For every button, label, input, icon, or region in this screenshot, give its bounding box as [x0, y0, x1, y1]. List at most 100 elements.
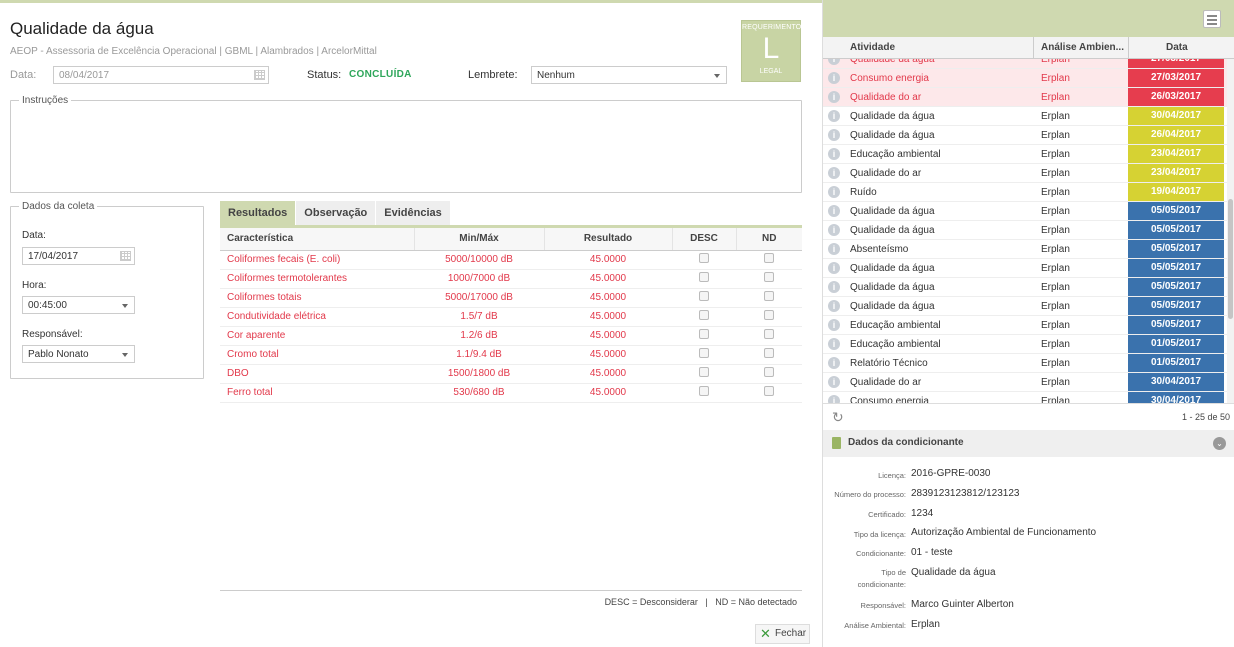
- refresh-icon[interactable]: ↻: [832, 409, 844, 426]
- nd-checkbox[interactable]: [764, 367, 774, 377]
- nd-checkbox[interactable]: [764, 272, 774, 282]
- desc-cell: [672, 250, 736, 270]
- grid-row[interactable]: i Qualidade da água Erplan 30/04/2017: [823, 107, 1227, 126]
- desc-checkbox[interactable]: [699, 310, 709, 320]
- desc-checkbox[interactable]: [699, 386, 709, 396]
- close-button[interactable]: ✕ Fechar: [755, 624, 810, 644]
- col-desc[interactable]: DESC: [672, 228, 737, 251]
- analysis-cell: Erplan: [1041, 396, 1070, 403]
- nd-checkbox[interactable]: [764, 329, 774, 339]
- grid-row[interactable]: i Qualidade da água Erplan 05/05/2017: [823, 278, 1227, 297]
- calendar-icon[interactable]: [120, 251, 131, 261]
- tab-results[interactable]: Resultados: [220, 201, 296, 225]
- info-icon[interactable]: i: [828, 357, 840, 369]
- nd-checkbox[interactable]: [764, 348, 774, 358]
- info-icon[interactable]: i: [828, 167, 840, 179]
- nd-checkbox[interactable]: [764, 291, 774, 301]
- characteristic-cell: Coliformes fecais (E. coli): [220, 250, 414, 270]
- col-result[interactable]: Resultado: [544, 228, 673, 251]
- grid-row[interactable]: i Qualidade da água Erplan 26/04/2017: [823, 126, 1227, 145]
- result-cell[interactable]: 45.0000: [544, 250, 672, 270]
- result-cell[interactable]: 45.0000: [544, 364, 672, 384]
- analysis-cell: Erplan: [1041, 149, 1070, 160]
- info-icon[interactable]: i: [828, 338, 840, 350]
- collection-time-select[interactable]: 00:45:00: [22, 296, 135, 314]
- desc-checkbox[interactable]: [699, 272, 709, 282]
- field-key: Licença:: [878, 471, 906, 480]
- grid-row[interactable]: i Qualidade do ar Erplan 26/03/2017: [823, 88, 1227, 107]
- conditionant-header[interactable]: Dados da condicionante ⌄: [823, 430, 1234, 457]
- nd-checkbox[interactable]: [764, 386, 774, 396]
- col-nd[interactable]: ND: [736, 228, 802, 251]
- grid-row[interactable]: i Consumo energia Erplan 30/04/2017: [823, 392, 1227, 403]
- breadcrumb: AEOP - Assessoria de Excelência Operacio…: [10, 46, 377, 57]
- info-icon[interactable]: i: [828, 262, 840, 274]
- info-icon[interactable]: i: [828, 300, 840, 312]
- date-field[interactable]: 08/04/2017: [53, 66, 269, 84]
- result-cell[interactable]: 45.0000: [544, 326, 672, 346]
- tab-observation[interactable]: Observação: [296, 201, 376, 225]
- info-icon[interactable]: i: [828, 129, 840, 141]
- analysis-cell: Erplan: [1041, 206, 1070, 217]
- grid-row[interactable]: i Qualidade da água Erplan 27/03/2017: [823, 59, 1227, 69]
- characteristic-cell: Condutividade elétrica: [220, 307, 414, 327]
- grid-row[interactable]: i Qualidade da água Erplan 05/05/2017: [823, 259, 1227, 278]
- responsible-select[interactable]: Pablo Nonato: [22, 345, 135, 363]
- grid-scrollbar[interactable]: [1227, 59, 1234, 403]
- info-icon[interactable]: i: [828, 319, 840, 331]
- reminder-select[interactable]: Nenhum: [531, 66, 727, 84]
- col-characteristic[interactable]: Característica: [220, 228, 415, 251]
- table-row: Cor aparente 1.2/6 dB 45.0000: [220, 326, 802, 346]
- result-cell[interactable]: 45.0000: [544, 345, 672, 365]
- scrollbar-thumb[interactable]: [1228, 199, 1233, 319]
- activity-cell: Educação ambiental: [850, 149, 941, 160]
- info-icon[interactable]: i: [828, 395, 840, 403]
- col-analysis[interactable]: Análise Ambien...: [1041, 42, 1124, 53]
- desc-checkbox[interactable]: [699, 367, 709, 377]
- desc-checkbox[interactable]: [699, 348, 709, 358]
- info-icon[interactable]: i: [828, 243, 840, 255]
- grid-row[interactable]: i Qualidade do ar Erplan 23/04/2017: [823, 164, 1227, 183]
- grid-row[interactable]: i Educação ambiental Erplan 23/04/2017: [823, 145, 1227, 164]
- info-icon[interactable]: i: [828, 91, 840, 103]
- info-icon[interactable]: i: [828, 148, 840, 160]
- tab-evidences[interactable]: Evidências: [376, 201, 450, 225]
- info-icon[interactable]: i: [828, 72, 840, 84]
- grid-row[interactable]: i Ruído Erplan 19/04/2017: [823, 183, 1227, 202]
- nd-checkbox[interactable]: [764, 310, 774, 320]
- grid-row[interactable]: i Relatório Técnico Erplan 01/05/2017: [823, 354, 1227, 373]
- grid-row[interactable]: i Qualidade da água Erplan 05/05/2017: [823, 221, 1227, 240]
- desc-checkbox[interactable]: [699, 253, 709, 263]
- info-icon[interactable]: i: [828, 205, 840, 217]
- col-activity[interactable]: Atividade: [850, 42, 895, 53]
- range-cell: 1.2/6 dB: [414, 326, 544, 346]
- info-icon[interactable]: i: [828, 281, 840, 293]
- menu-icon[interactable]: [1203, 10, 1221, 28]
- result-cell[interactable]: 45.0000: [544, 383, 672, 403]
- grid-row[interactable]: i Educação ambiental Erplan 05/05/2017: [823, 316, 1227, 335]
- info-icon[interactable]: i: [828, 59, 840, 65]
- collection-date-field[interactable]: 17/04/2017: [22, 247, 135, 265]
- result-cell[interactable]: 45.0000: [544, 269, 672, 289]
- info-icon[interactable]: i: [828, 376, 840, 388]
- grid-row[interactable]: i Consumo energia Erplan 27/03/2017: [823, 69, 1227, 88]
- chevron-down-icon[interactable]: ⌄: [1213, 437, 1226, 450]
- col-minmax[interactable]: Min/Máx: [414, 228, 545, 251]
- grid-row[interactable]: i Educação ambiental Erplan 01/05/2017: [823, 335, 1227, 354]
- nd-checkbox[interactable]: [764, 253, 774, 263]
- info-icon[interactable]: i: [828, 186, 840, 198]
- instructions-box[interactable]: Instruções: [10, 95, 802, 193]
- table-row: Coliformes fecais (E. coli) 5000/10000 dB…: [220, 250, 802, 270]
- grid-row[interactable]: i Qualidade da água Erplan 05/05/2017: [823, 297, 1227, 316]
- grid-row[interactable]: i Absenteísmo Erplan 05/05/2017: [823, 240, 1227, 259]
- desc-checkbox[interactable]: [699, 329, 709, 339]
- info-icon[interactable]: i: [828, 110, 840, 122]
- col-date[interactable]: Data: [1166, 42, 1188, 53]
- grid-row[interactable]: i Qualidade da água Erplan 05/05/2017: [823, 202, 1227, 221]
- result-cell[interactable]: 45.0000: [544, 288, 672, 308]
- calendar-icon[interactable]: [254, 70, 265, 80]
- desc-checkbox[interactable]: [699, 291, 709, 301]
- grid-row[interactable]: i Qualidade do ar Erplan 30/04/2017: [823, 373, 1227, 392]
- info-icon[interactable]: i: [828, 224, 840, 236]
- result-cell[interactable]: 45.0000: [544, 307, 672, 327]
